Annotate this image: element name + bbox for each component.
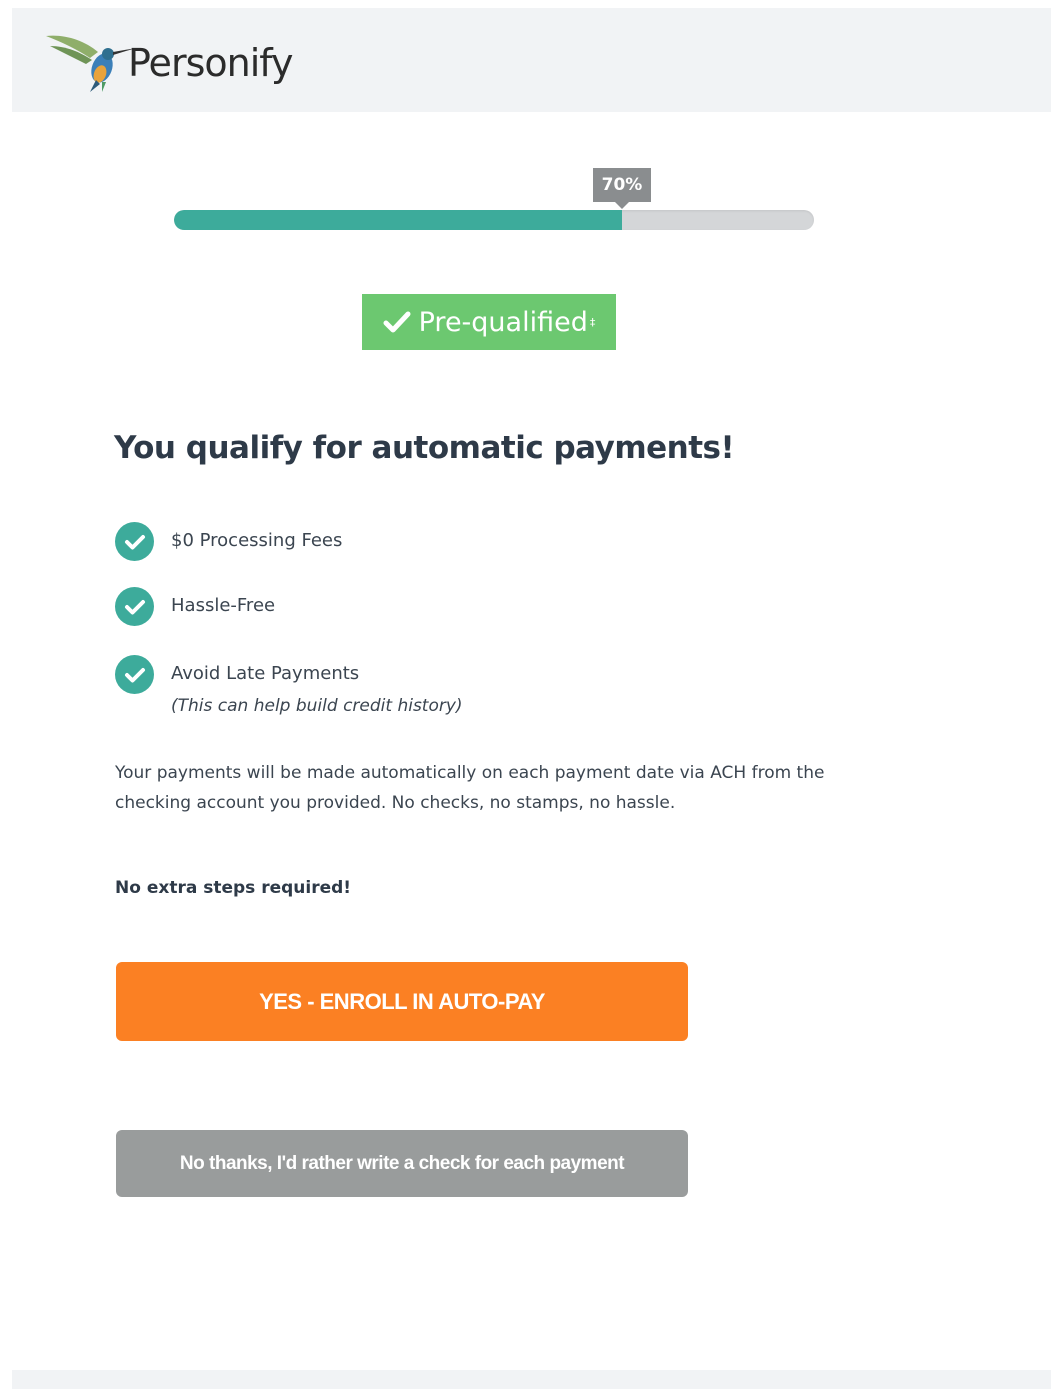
- decline-autopay-button[interactable]: No thanks, I'd rather write a check for …: [116, 1130, 688, 1197]
- autopay-description: Your payments will be made automatically…: [115, 758, 895, 818]
- no-extra-steps-note: No extra steps required!: [115, 878, 352, 898]
- page: Personify 70% Pre-qualified ‡ You qualify…: [0, 0, 1051, 1389]
- check-circle-icon: [115, 587, 154, 626]
- hummingbird-icon: [44, 30, 136, 92]
- footnote-mark: ‡: [589, 315, 596, 329]
- check-icon: [383, 311, 411, 333]
- progress-indicator: 70%: [174, 166, 814, 236]
- badge-label: Pre-qualified: [418, 306, 588, 338]
- progress-percent-label: 70%: [593, 168, 651, 209]
- footer: [12, 1370, 1051, 1389]
- progress-track: [174, 210, 814, 230]
- benefit-note: (This can help build credit history): [171, 696, 463, 716]
- brand-logo[interactable]: Personify: [44, 30, 293, 92]
- benefit-item-processing-fees: $0 Processing Fees: [115, 522, 815, 561]
- benefit-item-hassle-free: Hassle-Free: [115, 587, 815, 626]
- check-circle-icon: [115, 655, 154, 694]
- benefit-label: Avoid Late Payments: [171, 663, 360, 684]
- benefit-label: $0 Processing Fees: [171, 530, 343, 551]
- enroll-autopay-button[interactable]: YES - ENROLL IN AUTO-PAY: [116, 962, 688, 1041]
- benefit-label: Hassle-Free: [171, 595, 276, 616]
- header: Personify: [12, 8, 1051, 112]
- benefit-item-late-payments: Avoid Late Payments (This can help build…: [115, 655, 815, 716]
- prequalified-badge: Pre-qualified ‡: [362, 294, 616, 350]
- check-circle-icon: [115, 522, 154, 561]
- benefit-list: $0 Processing Fees Hassle-Free Avoid Lat…: [115, 522, 815, 716]
- progress-fill: [174, 210, 622, 230]
- brand-name: Personify: [128, 41, 293, 85]
- description-line: checking account you provided. No checks…: [115, 793, 676, 813]
- page-title: You qualify for automatic payments!: [114, 430, 735, 466]
- benefit-text: Avoid Late Payments (This can help build…: [171, 655, 463, 716]
- description-line: Your payments will be made automatically…: [115, 763, 825, 783]
